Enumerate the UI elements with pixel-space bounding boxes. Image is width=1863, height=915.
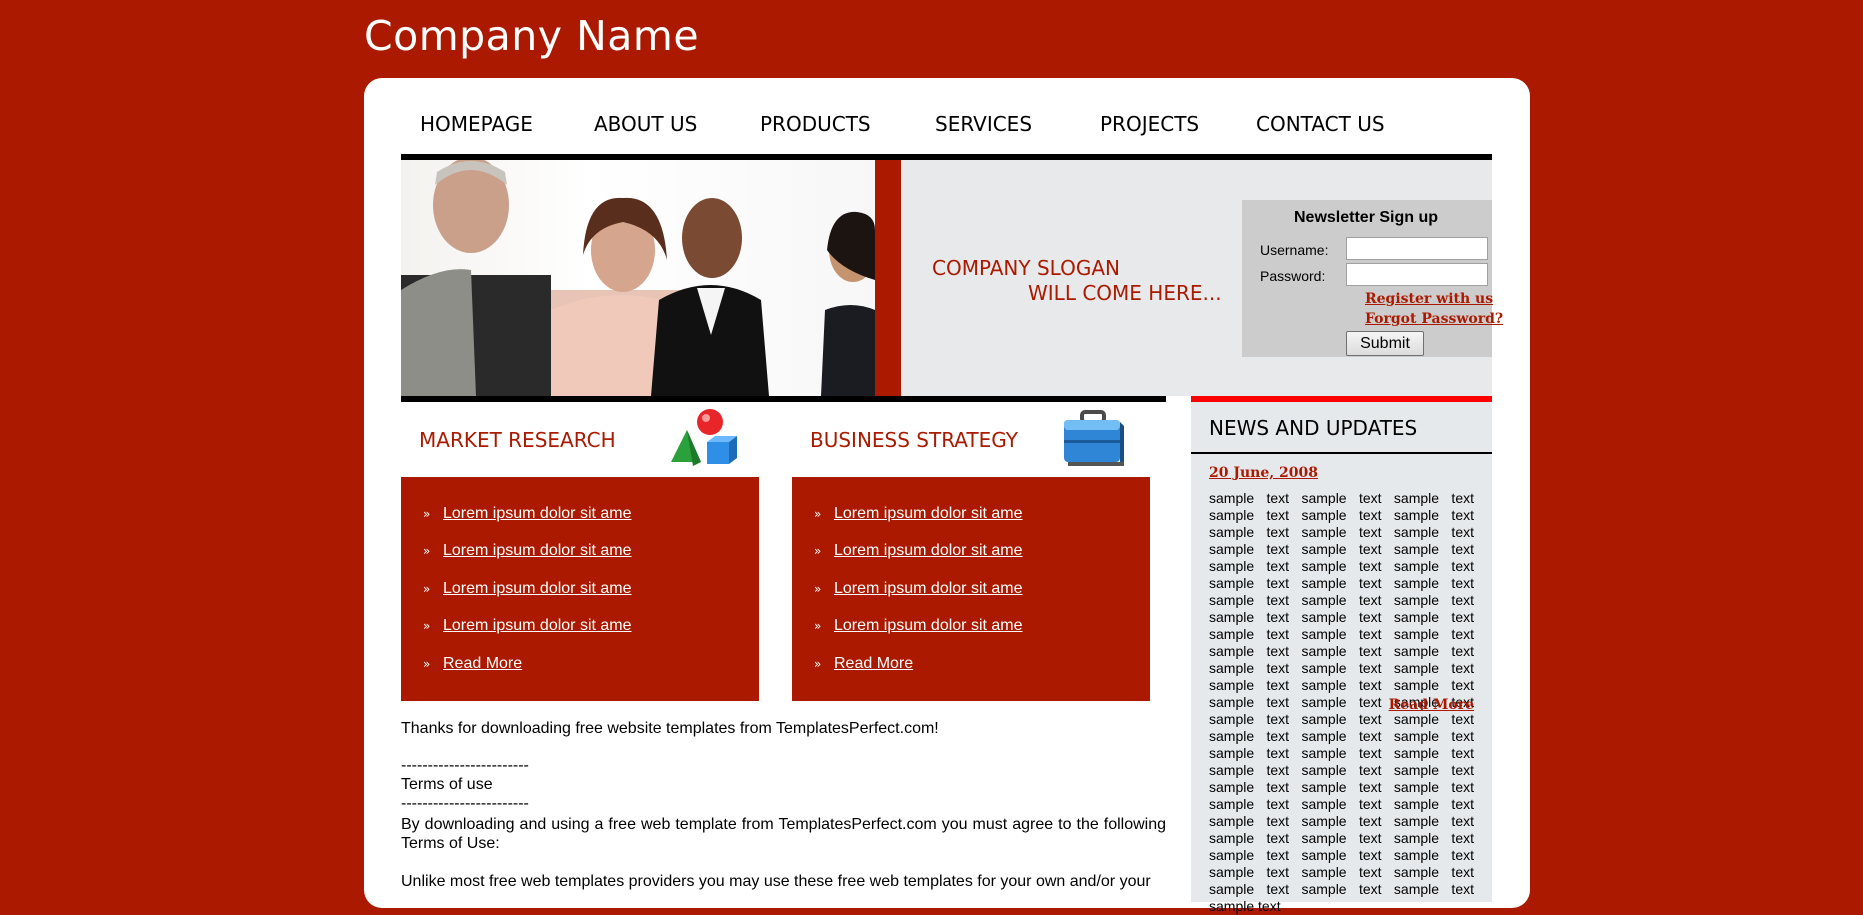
password-input[interactable] — [1346, 263, 1488, 286]
news-title-rule — [1191, 452, 1492, 454]
company-slogan-line1: COMPANY SLOGAN — [932, 256, 1120, 280]
list-link[interactable]: Lorem ipsum dolor sit ame — [834, 580, 1023, 598]
list-link[interactable]: Lorem ipsum dolor sit ame — [834, 542, 1023, 560]
list-link[interactable]: Lorem ipsum dolor sit ame — [443, 617, 632, 635]
list-link[interactable]: Lorem ipsum dolor sit ame — [443, 505, 632, 523]
list-item[interactable]: » Read More — [814, 654, 913, 674]
newsletter-box: Newsletter Sign up Username: Password: R… — [1242, 200, 1503, 357]
double-arrow-icon: » — [814, 507, 822, 521]
newsletter-title: Newsletter Sign up — [1294, 209, 1439, 226]
terms-intro: By downloading and using a free web temp… — [401, 816, 1166, 852]
nav-contact-us[interactable]: CONTACT US — [1256, 112, 1385, 136]
separator-bottom: ------------------------ — [401, 795, 529, 812]
double-arrow-icon: » — [814, 582, 822, 596]
news-sidebar: NEWS AND UPDATES 20 June, 2008 sample te… — [1191, 402, 1492, 914]
company-name: Company Name — [364, 12, 700, 60]
company-slogan-line2: WILL COME HERE... — [1028, 281, 1222, 305]
forgot-password-link[interactable]: Forgot Password? — [1365, 311, 1503, 327]
double-arrow-icon: » — [423, 657, 431, 671]
nav-projects[interactable]: PROJECTS — [1100, 112, 1199, 136]
news-title: NEWS AND UPDATES — [1209, 416, 1418, 440]
list-item[interactable]: » Read More — [423, 654, 522, 674]
terms-title: Terms of use — [401, 776, 493, 793]
news-date-link[interactable]: 20 June, 2008 — [1209, 465, 1318, 481]
thanks-text: Thanks for downloading free website temp… — [401, 720, 939, 737]
double-arrow-icon: » — [423, 507, 431, 521]
double-arrow-icon: » — [814, 544, 822, 558]
list-item[interactable]: » Lorem ipsum dolor sit ame — [423, 504, 632, 524]
nav-products[interactable]: PRODUCTS — [760, 112, 871, 136]
double-arrow-icon: » — [423, 544, 431, 558]
read-more-link[interactable]: Read More — [443, 655, 522, 673]
list-item[interactable]: » Lorem ipsum dolor sit ame — [814, 504, 1023, 524]
username-label: Username: — [1260, 242, 1329, 258]
nav-services[interactable]: SERVICES — [935, 112, 1032, 136]
list-item[interactable]: » Lorem ipsum dolor sit ame — [814, 541, 1023, 561]
read-more-link[interactable]: Read More — [834, 655, 913, 673]
list-item[interactable]: » Lorem ipsum dolor sit ame — [423, 541, 632, 561]
double-arrow-icon: » — [814, 619, 822, 633]
username-input[interactable] — [1346, 237, 1488, 260]
terms-paragraph: Unlike most free web templates providers… — [401, 873, 1151, 890]
shapes-icon — [671, 408, 737, 470]
hero-red-stripe — [875, 160, 901, 396]
list-link[interactable]: Lorem ipsum dolor sit ame — [443, 580, 632, 598]
double-arrow-icon: » — [423, 619, 431, 633]
list-item[interactable]: » Lorem ipsum dolor sit ame — [814, 616, 1023, 636]
list-item[interactable]: » Lorem ipsum dolor sit ame — [814, 579, 1023, 599]
market-research-box: » Lorem ipsum dolor sit ame » Lorem ipsu… — [401, 477, 759, 701]
password-label: Password: — [1260, 268, 1326, 284]
nav-about-us[interactable]: ABOUT US — [594, 112, 697, 136]
submit-button[interactable]: Submit — [1346, 331, 1424, 356]
content-divider — [401, 396, 1166, 402]
list-item[interactable]: » Lorem ipsum dolor sit ame — [423, 579, 632, 599]
double-arrow-icon: » — [814, 657, 822, 671]
business-strategy-box: » Lorem ipsum dolor sit ame » Lorem ipsu… — [792, 477, 1150, 701]
list-link[interactable]: Lorem ipsum dolor sit ame — [834, 505, 1023, 523]
list-link[interactable]: Lorem ipsum dolor sit ame — [443, 542, 632, 560]
main-nav: HOMEPAGE ABOUT US PRODUCTS SERVICES PROJ… — [401, 112, 1492, 154]
list-link[interactable]: Lorem ipsum dolor sit ame — [834, 617, 1023, 635]
news-read-more-link[interactable]: Read More — [1389, 697, 1474, 713]
list-item[interactable]: » Lorem ipsum dolor sit ame — [423, 616, 632, 636]
double-arrow-icon: » — [423, 582, 431, 596]
nav-homepage[interactable]: HOMEPAGE — [420, 112, 533, 136]
business-strategy-title: BUSINESS STRATEGY — [810, 428, 1018, 452]
register-link[interactable]: Register with us — [1365, 291, 1493, 307]
separator-top: ------------------------ — [401, 757, 529, 774]
market-research-title: MARKET RESEARCH — [419, 428, 616, 452]
briefcase-icon — [1060, 408, 1126, 470]
hero-team-photo — [401, 160, 875, 396]
